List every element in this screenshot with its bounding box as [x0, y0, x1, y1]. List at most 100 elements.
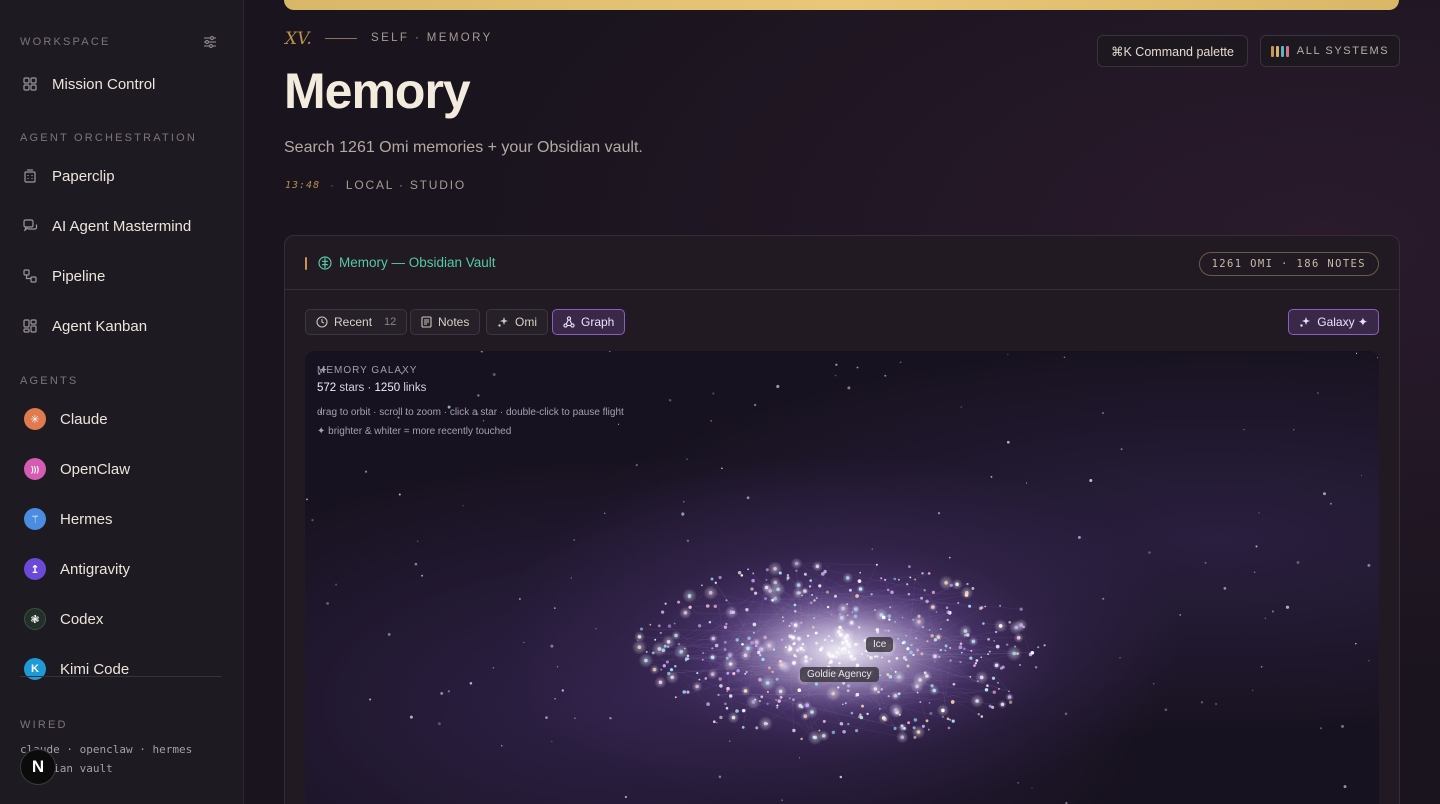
galaxy-canvas[interactable]: MEMORY GALAXY 572 stars · 1250 links dra…	[305, 351, 1379, 804]
memory-star	[920, 652, 924, 656]
memory-star	[644, 658, 648, 663]
nav-paperclip[interactable]: Paperclip	[22, 162, 115, 190]
memory-star	[917, 620, 921, 624]
memory-star	[900, 735, 905, 739]
field-star	[421, 574, 424, 577]
memory-star	[977, 713, 980, 716]
memory-star	[998, 688, 1000, 690]
tab-omi[interactable]: Omi	[486, 309, 548, 335]
memory-star	[714, 643, 719, 648]
memory-star	[873, 655, 877, 658]
memory-star	[887, 659, 891, 663]
memory-star	[755, 726, 759, 730]
star-label-ice[interactable]: Ice	[866, 637, 894, 652]
memory-star	[811, 593, 814, 596]
system-status-icon	[1270, 45, 1289, 57]
sliders-icon[interactable]	[203, 35, 217, 49]
memory-star	[652, 667, 657, 672]
agents-label: AGENTS	[20, 375, 79, 387]
tab-recent[interactable]: Recent 12	[305, 309, 408, 335]
field-star	[1243, 429, 1245, 431]
memory-star	[901, 641, 905, 645]
memory-star	[855, 594, 859, 598]
memory-star	[886, 588, 890, 592]
memory-star	[773, 596, 777, 601]
openclaw-icon: )))	[24, 458, 46, 480]
memory-star	[939, 628, 942, 630]
memory-star	[684, 647, 686, 650]
memory-star	[813, 599, 816, 602]
memory-star	[813, 735, 817, 740]
memory-star	[792, 728, 796, 733]
field-star	[990, 476, 993, 478]
memory-star	[976, 680, 979, 683]
nav-ai-agent-mastermind[interactable]: AI Agent Mastermind	[22, 212, 191, 240]
star-label-goldie-agency[interactable]: Goldie Agency	[800, 667, 879, 682]
memory-star	[893, 693, 898, 698]
meta-location: LOCAL · STUDIO	[345, 178, 467, 192]
eyebrow-divider	[325, 38, 357, 39]
sparkles-icon	[318, 365, 328, 375]
field-star	[718, 775, 722, 779]
memory-star	[969, 656, 973, 660]
memory-star	[928, 629, 931, 631]
memory-star	[884, 629, 887, 632]
memory-star	[841, 703, 844, 706]
agent-hermes[interactable]: ⚚ Hermes	[24, 505, 113, 533]
agent-codex[interactable]: ❃ Codex	[24, 605, 103, 633]
memory-star	[798, 591, 801, 595]
memory-star	[688, 596, 691, 599]
eyebrow: SELF · MEMORY	[371, 32, 493, 44]
memory-star	[780, 638, 784, 641]
dev-badge[interactable]: N	[20, 749, 56, 785]
memory-star	[731, 715, 736, 720]
memory-star	[980, 656, 983, 659]
memory-star	[771, 670, 774, 674]
memory-star	[888, 618, 891, 621]
memory-star	[827, 635, 830, 638]
memory-star	[665, 660, 669, 664]
memory-star	[717, 693, 720, 697]
galaxy-button[interactable]: Galaxy ✦	[1288, 309, 1379, 335]
memory-star	[724, 640, 727, 644]
memory-star	[933, 654, 937, 659]
memory-star	[936, 635, 941, 639]
memory-star	[906, 664, 910, 668]
memory-star	[857, 625, 861, 629]
agent-openclaw[interactable]: ))) OpenClaw	[24, 455, 130, 483]
agent-claude[interactable]: ✳ Claude	[24, 405, 108, 433]
memory-star	[719, 684, 723, 688]
memory-star	[1043, 644, 1046, 647]
memory-star	[947, 726, 951, 730]
memory-star	[925, 719, 929, 723]
memory-star	[777, 699, 781, 703]
memory-star	[710, 655, 715, 660]
nav-agent-kanban[interactable]: Agent Kanban	[22, 312, 147, 340]
agent-label: Claude	[60, 410, 108, 428]
all-systems-button[interactable]: ALL SYSTEMS	[1260, 35, 1400, 67]
field-star	[477, 394, 480, 397]
tab-notes[interactable]: Notes	[410, 309, 481, 335]
nav-mission-control[interactable]: Mission Control	[22, 70, 155, 98]
field-star	[414, 562, 418, 566]
memory-star	[818, 584, 822, 588]
hermes-icon: ⚚	[24, 508, 46, 530]
memory-star	[908, 565, 911, 568]
memory-star	[881, 656, 883, 659]
memory-star	[654, 638, 657, 641]
memory-star	[993, 639, 996, 642]
memory-star	[747, 636, 751, 641]
agent-antigravity[interactable]: ↥ Antigravity	[24, 555, 130, 583]
galaxy-graph[interactable]	[305, 351, 1379, 804]
field-star	[416, 540, 419, 543]
command-palette-button[interactable]: ⌘K Command palette	[1097, 35, 1248, 67]
field-star	[1376, 357, 1379, 359]
field-star	[1063, 356, 1066, 359]
agent-kimi-code[interactable]: K Kimi Code	[24, 655, 129, 683]
tab-graph[interactable]: Graph	[552, 309, 626, 335]
memory-star	[794, 561, 799, 566]
memory-star	[737, 571, 742, 575]
nav-pipeline[interactable]: Pipeline	[22, 262, 105, 290]
field-star	[1064, 712, 1068, 716]
memory-star	[745, 607, 749, 612]
